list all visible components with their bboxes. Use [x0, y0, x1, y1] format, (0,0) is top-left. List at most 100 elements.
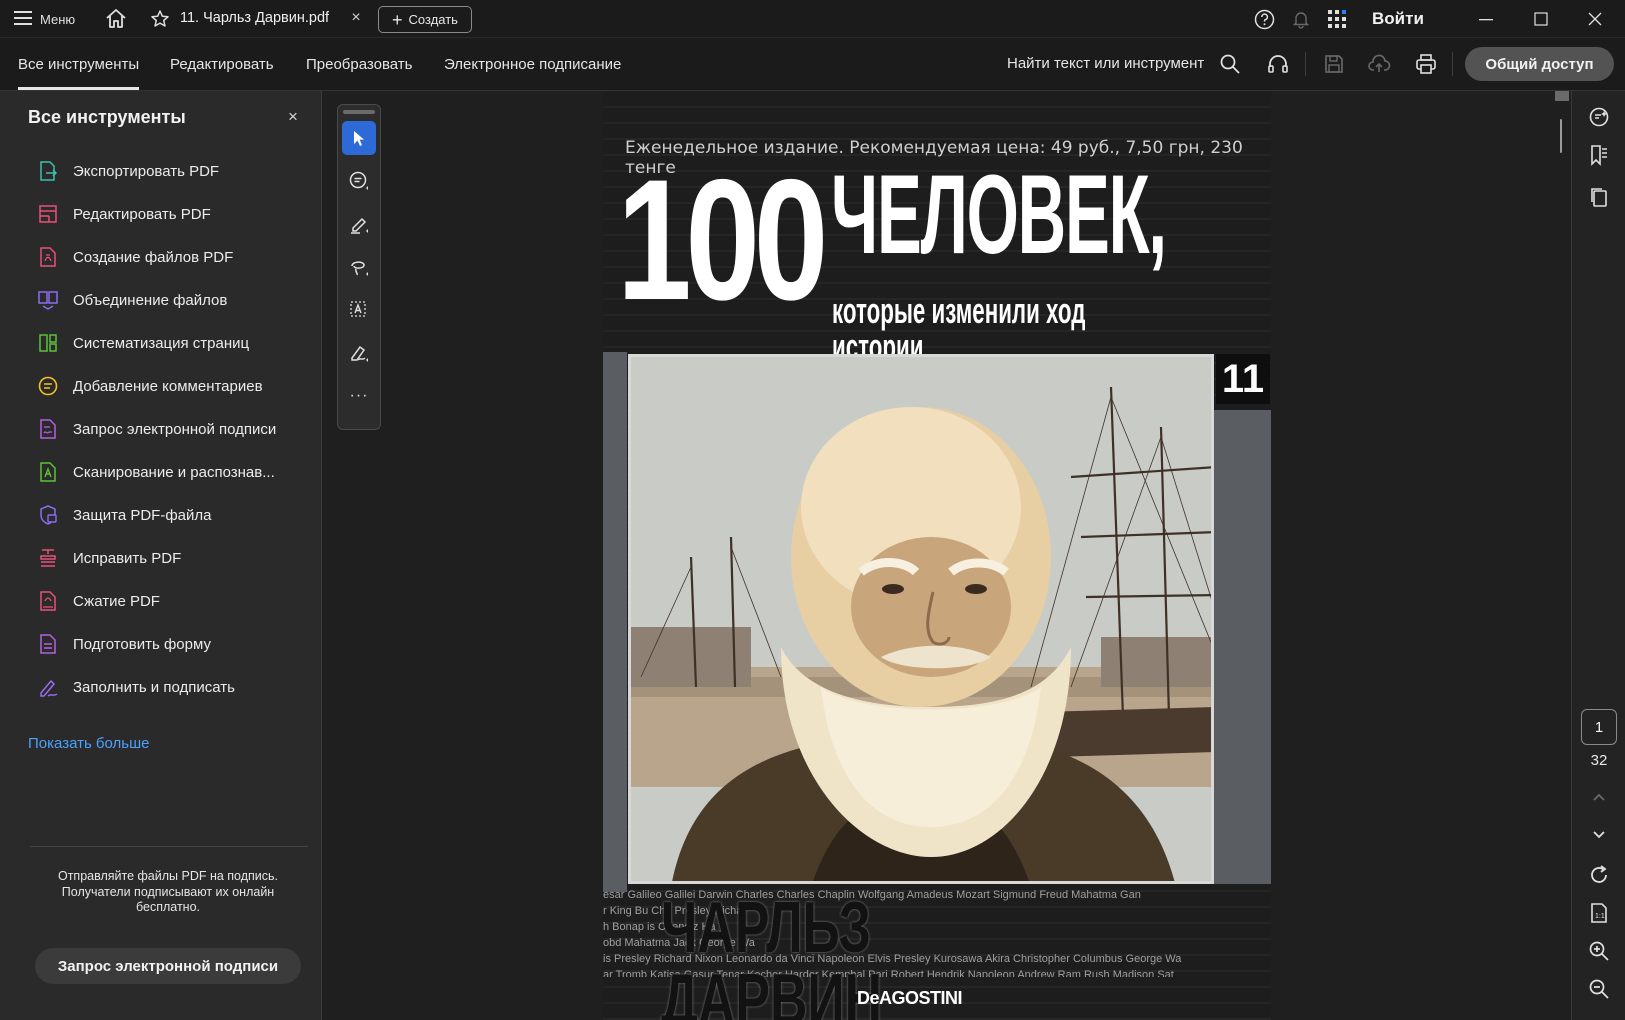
- tool-redact-pdf[interactable]: Исправить PDF: [36, 543, 316, 573]
- export-pdf-icon: [36, 159, 60, 183]
- quick-tools-bar: ···: [337, 104, 381, 430]
- tool-export-pdf[interactable]: Экспортировать PDF: [36, 156, 316, 186]
- highlight-pen-icon[interactable]: [342, 207, 376, 241]
- tool-label: Объединение файлов: [73, 291, 228, 309]
- tool-label: Запрос электронной подписи: [73, 420, 277, 438]
- tool-add-comments[interactable]: Добавление комментариев: [36, 371, 316, 401]
- tool-label: Экспортировать PDF: [73, 162, 220, 180]
- protect-pdf-icon: [36, 503, 60, 527]
- tool-scan-ocr[interactable]: Сканирование и распознав...: [36, 457, 316, 487]
- search-icon[interactable]: [1218, 52, 1242, 76]
- hamburger-icon: [14, 10, 32, 28]
- all-tools-panel: Все инструменты × Экспортировать PDF Ред…: [0, 91, 322, 1020]
- promo-text: Отправляйте файлы PDF на подпись. Получа…: [57, 869, 279, 914]
- close-tab-icon[interactable]: ×: [347, 9, 365, 27]
- zoom-out-icon[interactable]: [1587, 977, 1611, 1001]
- tool-prepare-form[interactable]: Подготовить форму: [36, 629, 316, 659]
- toolbar-divider: [1305, 52, 1306, 76]
- tool-label: Добавление комментариев: [73, 377, 263, 395]
- current-page-input[interactable]: 1: [1581, 709, 1617, 745]
- document-tab-title[interactable]: 11. Чарльз Дарвин.pdf: [180, 10, 329, 26]
- page-thumbnails-icon[interactable]: [1587, 185, 1611, 209]
- panel-divider: [30, 846, 308, 847]
- notifications-bell-icon[interactable]: [1291, 9, 1311, 29]
- tool-fill-sign[interactable]: Заполнить и подписать: [36, 672, 316, 702]
- compress-pdf-icon: [36, 589, 60, 613]
- show-more-link[interactable]: Показать больше: [28, 735, 149, 752]
- organize-pages-icon: [36, 331, 60, 355]
- rotate-page-icon[interactable]: [1587, 863, 1611, 887]
- cloud-upload-icon[interactable]: [1367, 52, 1391, 76]
- minimize-window-icon[interactable]: [1464, 4, 1508, 34]
- cover-title-number: 100: [617, 144, 828, 336]
- left-name-strip: [603, 352, 627, 892]
- comment-icon: [36, 374, 60, 398]
- publisher-logo: DeAGOSTINI: [857, 988, 963, 1008]
- read-aloud-headphones-icon[interactable]: [1266, 52, 1290, 76]
- tool-edit-pdf[interactable]: Редактировать PDF: [36, 199, 316, 229]
- tool-compress-pdf[interactable]: Сжатие PDF: [36, 586, 316, 616]
- scroll-indicator[interactable]: [1560, 119, 1562, 153]
- total-pages: 32: [1590, 752, 1608, 769]
- tool-organize-pages[interactable]: Систематизация страниц: [36, 328, 316, 358]
- maximize-window-icon[interactable]: [1519, 4, 1563, 34]
- add-comment-icon[interactable]: [342, 164, 376, 198]
- tool-combine-files[interactable]: Объединение файлов: [36, 285, 316, 315]
- tab-all-tools[interactable]: Все инструменты: [18, 56, 140, 90]
- page-size-actual-icon[interactable]: 1:1: [1587, 901, 1611, 925]
- text-box-icon[interactable]: [342, 293, 376, 327]
- close-panel-icon[interactable]: ×: [284, 107, 302, 127]
- tool-label: Редактировать PDF: [73, 205, 211, 223]
- tab-convert[interactable]: Преобразовать: [306, 56, 412, 73]
- sign-in-button[interactable]: Войти: [1372, 9, 1424, 29]
- svg-text:1:1: 1:1: [1595, 913, 1605, 920]
- select-pointer-icon[interactable]: [342, 121, 376, 155]
- tool-label: Исправить PDF: [73, 549, 182, 567]
- home-icon[interactable]: [104, 7, 128, 31]
- title-bar: Меню 11. Чарльз Дарвин.pdf × + Создать В…: [0, 0, 1625, 38]
- ai-assistant-icon[interactable]: [1587, 105, 1611, 129]
- request-esign-button[interactable]: Запрос электронной подписи: [35, 948, 301, 984]
- cover-title-word: ЧЕЛОВЕК,: [831, 152, 1167, 277]
- next-page-chevron-down-icon[interactable]: [1587, 822, 1611, 846]
- more-tools-icon[interactable]: ···: [342, 379, 376, 413]
- draw-lasso-icon[interactable]: [342, 250, 376, 284]
- panel-title: Все инструменты: [28, 107, 186, 127]
- print-icon[interactable]: [1414, 52, 1438, 76]
- find-text-or-tool[interactable]: Найти текст или инструмент: [1007, 55, 1204, 72]
- darwin-portrait-image: [628, 354, 1214, 884]
- plus-icon: +: [392, 9, 403, 30]
- create-button[interactable]: + Создать: [378, 6, 472, 33]
- previous-page-chevron-up-icon[interactable]: [1587, 786, 1611, 810]
- right-rail: 1 32 1:1: [1571, 91, 1625, 1020]
- tool-protect-pdf[interactable]: Защита PDF-файла: [36, 500, 316, 530]
- edit-pdf-icon: [36, 202, 60, 226]
- menu-button[interactable]: Меню: [14, 8, 75, 30]
- tool-request-esign[interactable]: Запрос электронной подписи: [36, 414, 316, 444]
- tool-label: Сжатие PDF: [73, 592, 160, 610]
- vertical-scrollbar[interactable]: [1552, 91, 1570, 1020]
- pdf-page: Еженедельное издание. Рекомендуемая цена…: [603, 92, 1271, 1020]
- apps-grid-icon[interactable]: [1327, 9, 1347, 29]
- star-icon[interactable]: [150, 9, 170, 29]
- tool-label: Систематизация страниц: [73, 334, 250, 352]
- sign-pen-icon[interactable]: [342, 336, 376, 370]
- tab-e-sign[interactable]: Электронное подписание: [444, 56, 621, 73]
- tool-create-pdf[interactable]: Создание файлов PDF: [36, 242, 316, 272]
- close-window-icon[interactable]: [1573, 4, 1617, 34]
- save-icon[interactable]: [1322, 52, 1346, 76]
- help-icon[interactable]: [1254, 9, 1275, 30]
- share-button[interactable]: Общий доступ: [1465, 47, 1614, 81]
- main-toolbar: Все инструменты Редактировать Преобразов…: [0, 38, 1625, 91]
- zoom-in-icon[interactable]: [1587, 939, 1611, 963]
- bookmarks-icon[interactable]: [1587, 143, 1611, 167]
- tool-label: Сканирование и распознав...: [73, 463, 275, 481]
- fill-sign-icon: [36, 675, 60, 699]
- tool-label: Создание файлов PDF: [73, 248, 234, 266]
- drag-handle[interactable]: [343, 110, 375, 114]
- right-name-strip: [1214, 410, 1271, 884]
- prepare-form-icon: [36, 632, 60, 656]
- tab-edit[interactable]: Редактировать: [170, 56, 274, 73]
- request-esign-icon: [36, 417, 60, 441]
- scroll-thumb[interactable]: [1555, 91, 1569, 101]
